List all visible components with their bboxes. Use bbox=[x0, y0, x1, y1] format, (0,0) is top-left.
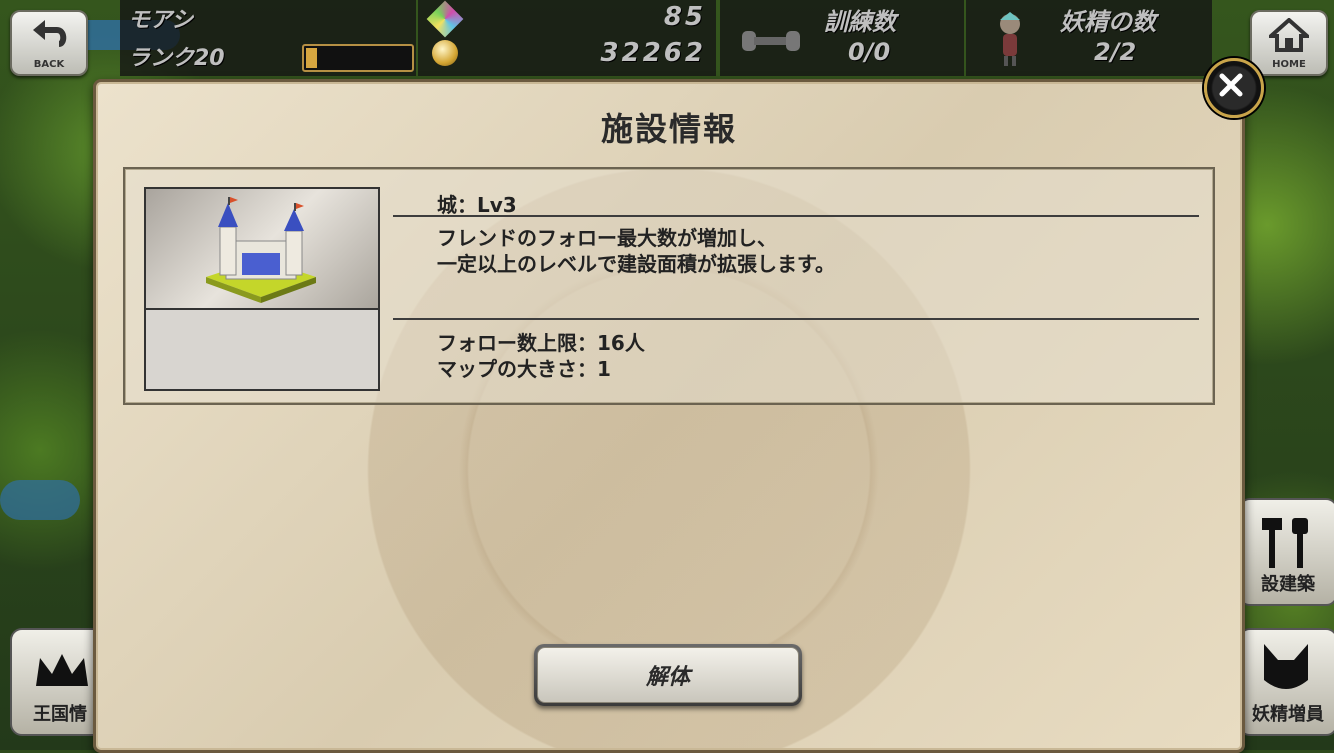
fairy-value: 2/2 bbox=[1094, 38, 1137, 66]
divider bbox=[393, 215, 1199, 217]
divider bbox=[393, 318, 1199, 320]
currency-panel: 85 32262 bbox=[418, 0, 716, 76]
coin-count: 32262 bbox=[600, 38, 706, 68]
training-value: 0/0 bbox=[848, 38, 891, 66]
rank-progress-fill bbox=[306, 48, 317, 68]
fairy-head-icon bbox=[1264, 644, 1308, 689]
build-facility-label: 設建築 bbox=[1261, 574, 1315, 595]
fairy-label: 妖精の数 bbox=[1060, 8, 1156, 36]
home-button[interactable]: HOME bbox=[1250, 10, 1328, 76]
facility-thumbnail bbox=[144, 187, 380, 391]
stat-map-size: マップの大きさ：1 bbox=[437, 357, 611, 381]
player-name: モアシ bbox=[128, 8, 194, 33]
back-button[interactable]: BACK bbox=[10, 10, 88, 76]
fairy-icon bbox=[1000, 12, 1020, 66]
back-arrow-icon bbox=[33, 20, 67, 47]
close-icon bbox=[1219, 73, 1243, 97]
rank-label: ランク20 bbox=[128, 46, 225, 71]
stat-follow-limit: フォロー数上限：16人 bbox=[437, 331, 645, 355]
back-label: BACK bbox=[33, 59, 65, 70]
building-name: 城：Lv3 bbox=[437, 193, 517, 217]
fairy-add-label: 妖精増員 bbox=[1252, 704, 1324, 725]
home-label: HOME bbox=[1272, 59, 1306, 70]
gem-count: 85 bbox=[663, 2, 706, 32]
facility-image-area bbox=[146, 189, 378, 310]
close-button[interactable] bbox=[1204, 58, 1264, 118]
building-description: フレンドのフォロー最大数が増加し、 一定以上のレベルで建設面積が拡張します。 bbox=[437, 225, 835, 277]
build-facility-button[interactable]: 設建築 bbox=[1238, 498, 1334, 606]
facility-info-dialog: 施設情報 城：Lv3 フレンドのフォロー最大数が増加し、 一定以上のレベルで建設… bbox=[93, 79, 1245, 753]
description-line: フレンドのフォロー最大数が増加し、 bbox=[437, 226, 777, 250]
dismantle-button[interactable]: 解体 bbox=[534, 644, 802, 706]
coin-icon bbox=[432, 40, 458, 66]
fairy-add-button[interactable]: 妖精増員 bbox=[1238, 628, 1334, 736]
description-line: 一定以上のレベルで建設面積が拡張します。 bbox=[437, 252, 835, 276]
training-label: 訓練数 bbox=[824, 8, 896, 36]
hammer-icon bbox=[1262, 518, 1308, 568]
facility-thumb-empty bbox=[146, 310, 378, 389]
dialog-title: 施設情報 bbox=[600, 110, 737, 148]
river-decoration bbox=[0, 480, 80, 520]
home-icon bbox=[1265, 17, 1313, 52]
rank-progress-bar bbox=[302, 44, 414, 72]
dumbbell-icon bbox=[742, 31, 800, 51]
facility-info-box: 城：Lv3 フレンドのフォロー最大数が増加し、 一定以上のレベルで建設面積が拡張… bbox=[123, 167, 1215, 405]
dismantle-label: 解体 bbox=[537, 647, 799, 703]
castle-icon bbox=[206, 197, 316, 303]
crown-icon bbox=[36, 654, 88, 686]
